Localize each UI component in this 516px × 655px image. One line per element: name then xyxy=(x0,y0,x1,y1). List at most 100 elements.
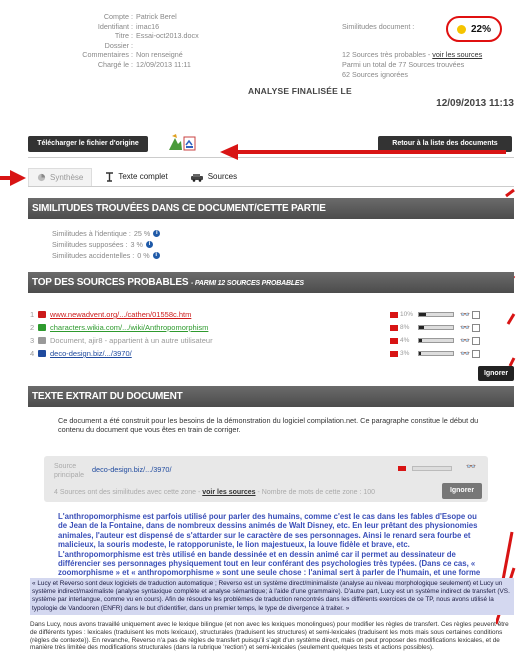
stat-label: Similitudes supposées : xyxy=(52,240,128,249)
info-icon[interactable]: i xyxy=(145,241,153,248)
source-number: 4 xyxy=(30,349,35,358)
annotation-arrow-left-head xyxy=(10,170,26,186)
ignore-main-source-button[interactable]: Ignorer xyxy=(442,483,482,499)
main-source-link[interactable]: deco-design.biz/.../3970/ xyxy=(92,465,172,474)
pie-chart-icon xyxy=(37,173,46,182)
tab-divider xyxy=(28,186,514,187)
matched-quote: L'anthropomorphisme est parfois utilisé … xyxy=(58,512,481,587)
info-row-loaded: Chargé le :12/09/2013 11:11 xyxy=(28,60,338,70)
probable-sources-line: 12 Sources très probables - voir les sou… xyxy=(342,50,482,59)
section-subtitle: - PARMI 12 SOURCES PROBABLES xyxy=(190,280,304,287)
source-bar xyxy=(418,338,454,343)
section-title: SIMILITUDES TROUVÉES DANS CE DOCUMENT/CE… xyxy=(32,203,326,214)
source-percent: 4% xyxy=(400,337,410,344)
source-link[interactable]: www.newadvent.org/.../cathen/01558c.htm xyxy=(50,310,390,319)
export-icons xyxy=(166,132,198,154)
source-checkbox[interactable] xyxy=(471,310,480,319)
extract-section-header: TEXTE EXTRAIT DU DOCUMENT xyxy=(28,386,514,407)
source-bar-fill xyxy=(419,352,422,355)
flag-icon xyxy=(390,337,398,344)
binoculars-icon[interactable]: 👓 xyxy=(460,336,470,345)
source-row: 2 characters.wikia.com/.../wiki/Anthropom… xyxy=(30,322,514,333)
source-number: 1 xyxy=(30,310,35,319)
info-label: Identifiant : xyxy=(97,21,133,31)
binoculars-icon[interactable]: 👓 xyxy=(460,349,470,358)
info-value: Essai-oct2013.docx xyxy=(136,31,199,40)
top-sources-section-header: TOP DES SOURCES PROBABLES - PARMI 12 SOU… xyxy=(28,272,514,293)
stat-label: Similitudes à l'identique : xyxy=(52,229,131,238)
export-pdf-icon[interactable] xyxy=(166,132,198,154)
main-source-bar xyxy=(412,466,452,471)
source-bar xyxy=(418,312,454,317)
source-checkbox[interactable] xyxy=(471,323,480,332)
highlighted-passage: « Lucy et Reverso sont deux logiciels de… xyxy=(30,578,514,615)
info-icon[interactable]: i xyxy=(153,230,161,237)
info-row-title: Titre : Essai-oct2013.docx xyxy=(28,31,338,41)
info-value: imac16 xyxy=(136,21,160,31)
source-bar xyxy=(418,351,454,356)
see-sources-link[interactable]: voir les sources xyxy=(202,489,255,496)
document-paragraph: Dans Lucy, nous avons travaillé uniqueme… xyxy=(30,621,509,652)
source-percent: 8% xyxy=(400,324,410,331)
stat-supposed: Similitudes supposées :3 % i xyxy=(52,240,153,249)
source-checkbox[interactable] xyxy=(471,349,480,358)
tab-label: Texte complet xyxy=(118,172,168,181)
ignore-sources-button[interactable]: Ignorer xyxy=(478,366,514,381)
meta-suffix: - Nombre de mots de cette zone : 100 xyxy=(257,489,376,496)
tab-synthese[interactable]: Synthèse xyxy=(28,168,93,186)
source-number: 3 xyxy=(30,336,35,345)
info-row-comments: Commentaires : Non renseigné xyxy=(28,50,338,60)
ignored-sources-text: 62 Sources ignorées xyxy=(342,70,408,79)
source-row: 1 www.newadvent.org/.../cathen/01558c.htm… xyxy=(30,309,514,320)
similarities-section-header: SIMILITUDES TROUVÉES DANS CE DOCUMENT/CE… xyxy=(28,198,514,219)
analysis-status: ANALYSE FINALISÉE LE xyxy=(248,86,352,96)
section-title: TOP DES SOURCES PROBABLES xyxy=(32,277,189,288)
source-type-icon xyxy=(38,337,46,344)
binoculars-icon[interactable]: 👓 xyxy=(460,310,470,319)
source-link[interactable]: Document, ajir8 - appartient à un autre … xyxy=(50,336,390,345)
info-label: Chargé le : xyxy=(97,59,133,69)
tab-sources[interactable]: Sources xyxy=(181,168,246,186)
source-type-icon xyxy=(38,324,46,331)
intro-paragraph: Ce document a été construit pour les bes… xyxy=(58,416,479,434)
binoculars-icon[interactable]: 👓 xyxy=(460,323,470,332)
info-value: Patrick Berel xyxy=(136,12,177,21)
text-icon xyxy=(106,172,114,182)
flag-icon xyxy=(390,324,398,331)
car-icon xyxy=(190,173,203,182)
similarity-badge: 22% xyxy=(446,16,502,42)
stat-label: Similitudes accidentelles : xyxy=(52,251,135,260)
info-value: Non renseigné xyxy=(136,50,183,59)
info-row-id: Identifiant : imac16 xyxy=(28,22,338,32)
similarity-percent: 22% xyxy=(470,23,491,35)
main-source-label-line1: Source xyxy=(54,463,77,470)
tab-texte-complet[interactable]: Texte complet xyxy=(96,168,176,186)
probable-sources-text: 12 Sources très probables - xyxy=(342,50,431,59)
info-label: Dossier : xyxy=(104,40,133,50)
section-title: TEXTE EXTRAIT DU DOCUMENT xyxy=(32,391,183,402)
info-row-account: Compte : Patrick Berel xyxy=(28,12,338,22)
flag-icon xyxy=(390,311,398,318)
tab-bar: Synthèse Texte complet Sources xyxy=(28,168,246,186)
info-label: Commentaires : xyxy=(82,50,133,59)
total-sources-text: Parmi un total de 77 Sources trouvées xyxy=(342,60,465,69)
main-source-box: Source principale deco-design.biz/.../397… xyxy=(44,456,488,502)
flag-icon xyxy=(398,466,406,471)
analysis-date: 12/09/2013 11:13 xyxy=(436,98,514,109)
report-page: Compte : Patrick Berel Identifiant : imac1… xyxy=(0,0,516,655)
toolbar-divider xyxy=(28,157,514,158)
info-icon[interactable]: i xyxy=(152,252,160,259)
download-original-button[interactable]: Télécharger le fichier d'origine xyxy=(28,136,148,152)
meta-prefix: 4 Sources ont des similitudes avec cette… xyxy=(54,489,201,496)
source-checkbox[interactable] xyxy=(471,336,480,345)
view-sources-link[interactable]: voir les sources xyxy=(432,50,482,59)
info-label: Titre : xyxy=(114,31,133,40)
similarity-label: Similitudes document : xyxy=(342,22,415,31)
source-row: 3 Document, ajir8 - appartient à un autre… xyxy=(30,335,514,346)
source-link[interactable]: characters.wikia.com/.../wiki/Anthropomo… xyxy=(50,323,390,332)
source-bar xyxy=(418,325,454,330)
stat-value: 3 % xyxy=(130,240,143,249)
source-link[interactable]: deco-design.biz/.../3970/ xyxy=(50,349,390,358)
binoculars-icon[interactable]: 👓 xyxy=(466,462,476,471)
source-bar-fill xyxy=(419,339,422,342)
